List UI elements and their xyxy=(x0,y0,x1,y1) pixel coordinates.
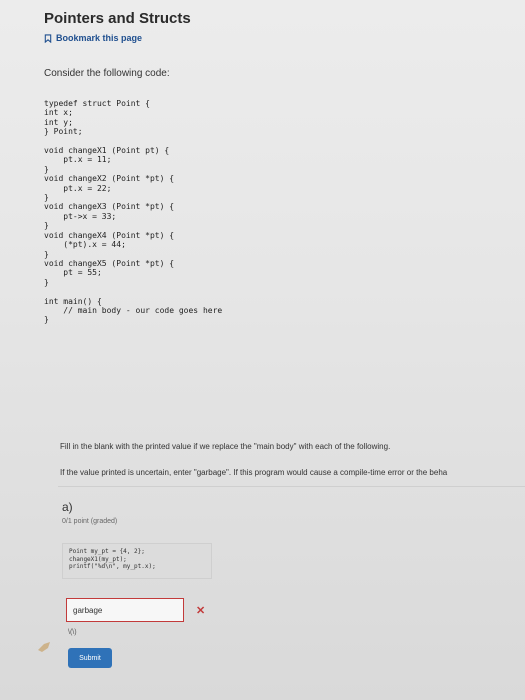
page-title: Pointers and Structs xyxy=(44,10,191,27)
question-intro: Consider the following code: xyxy=(44,68,170,79)
divider xyxy=(58,486,525,487)
instruction-text-2: If the value printed is uncertain, enter… xyxy=(60,468,448,477)
thumbtack-icon xyxy=(38,642,50,652)
submit-button[interactable]: Submit xyxy=(68,648,112,668)
answer-input[interactable] xyxy=(66,598,184,622)
points-label: 0/1 point (graded) xyxy=(62,518,118,525)
part-code: Point my_pt = {4, 2}; changeX1(my_pt); p… xyxy=(69,548,156,570)
part-code-box: Point my_pt = {4, 2}; changeX1(my_pt); p… xyxy=(62,543,212,579)
bookmark-label: Bookmark this page xyxy=(56,33,143,43)
bookmark-link[interactable]: Bookmark this page xyxy=(44,33,142,43)
part-label: a) xyxy=(62,500,73,514)
x-mark-icon: ✕ xyxy=(196,605,206,617)
page: Pointers and Structs Bookmark this page … xyxy=(0,0,525,700)
code-block: typedef struct Point { int x; int y; } P… xyxy=(44,99,223,325)
bookmark-icon xyxy=(44,33,52,43)
instruction-text: Fill in the blank with the printed value… xyxy=(60,442,391,451)
math-preview: \(\) xyxy=(68,629,77,636)
